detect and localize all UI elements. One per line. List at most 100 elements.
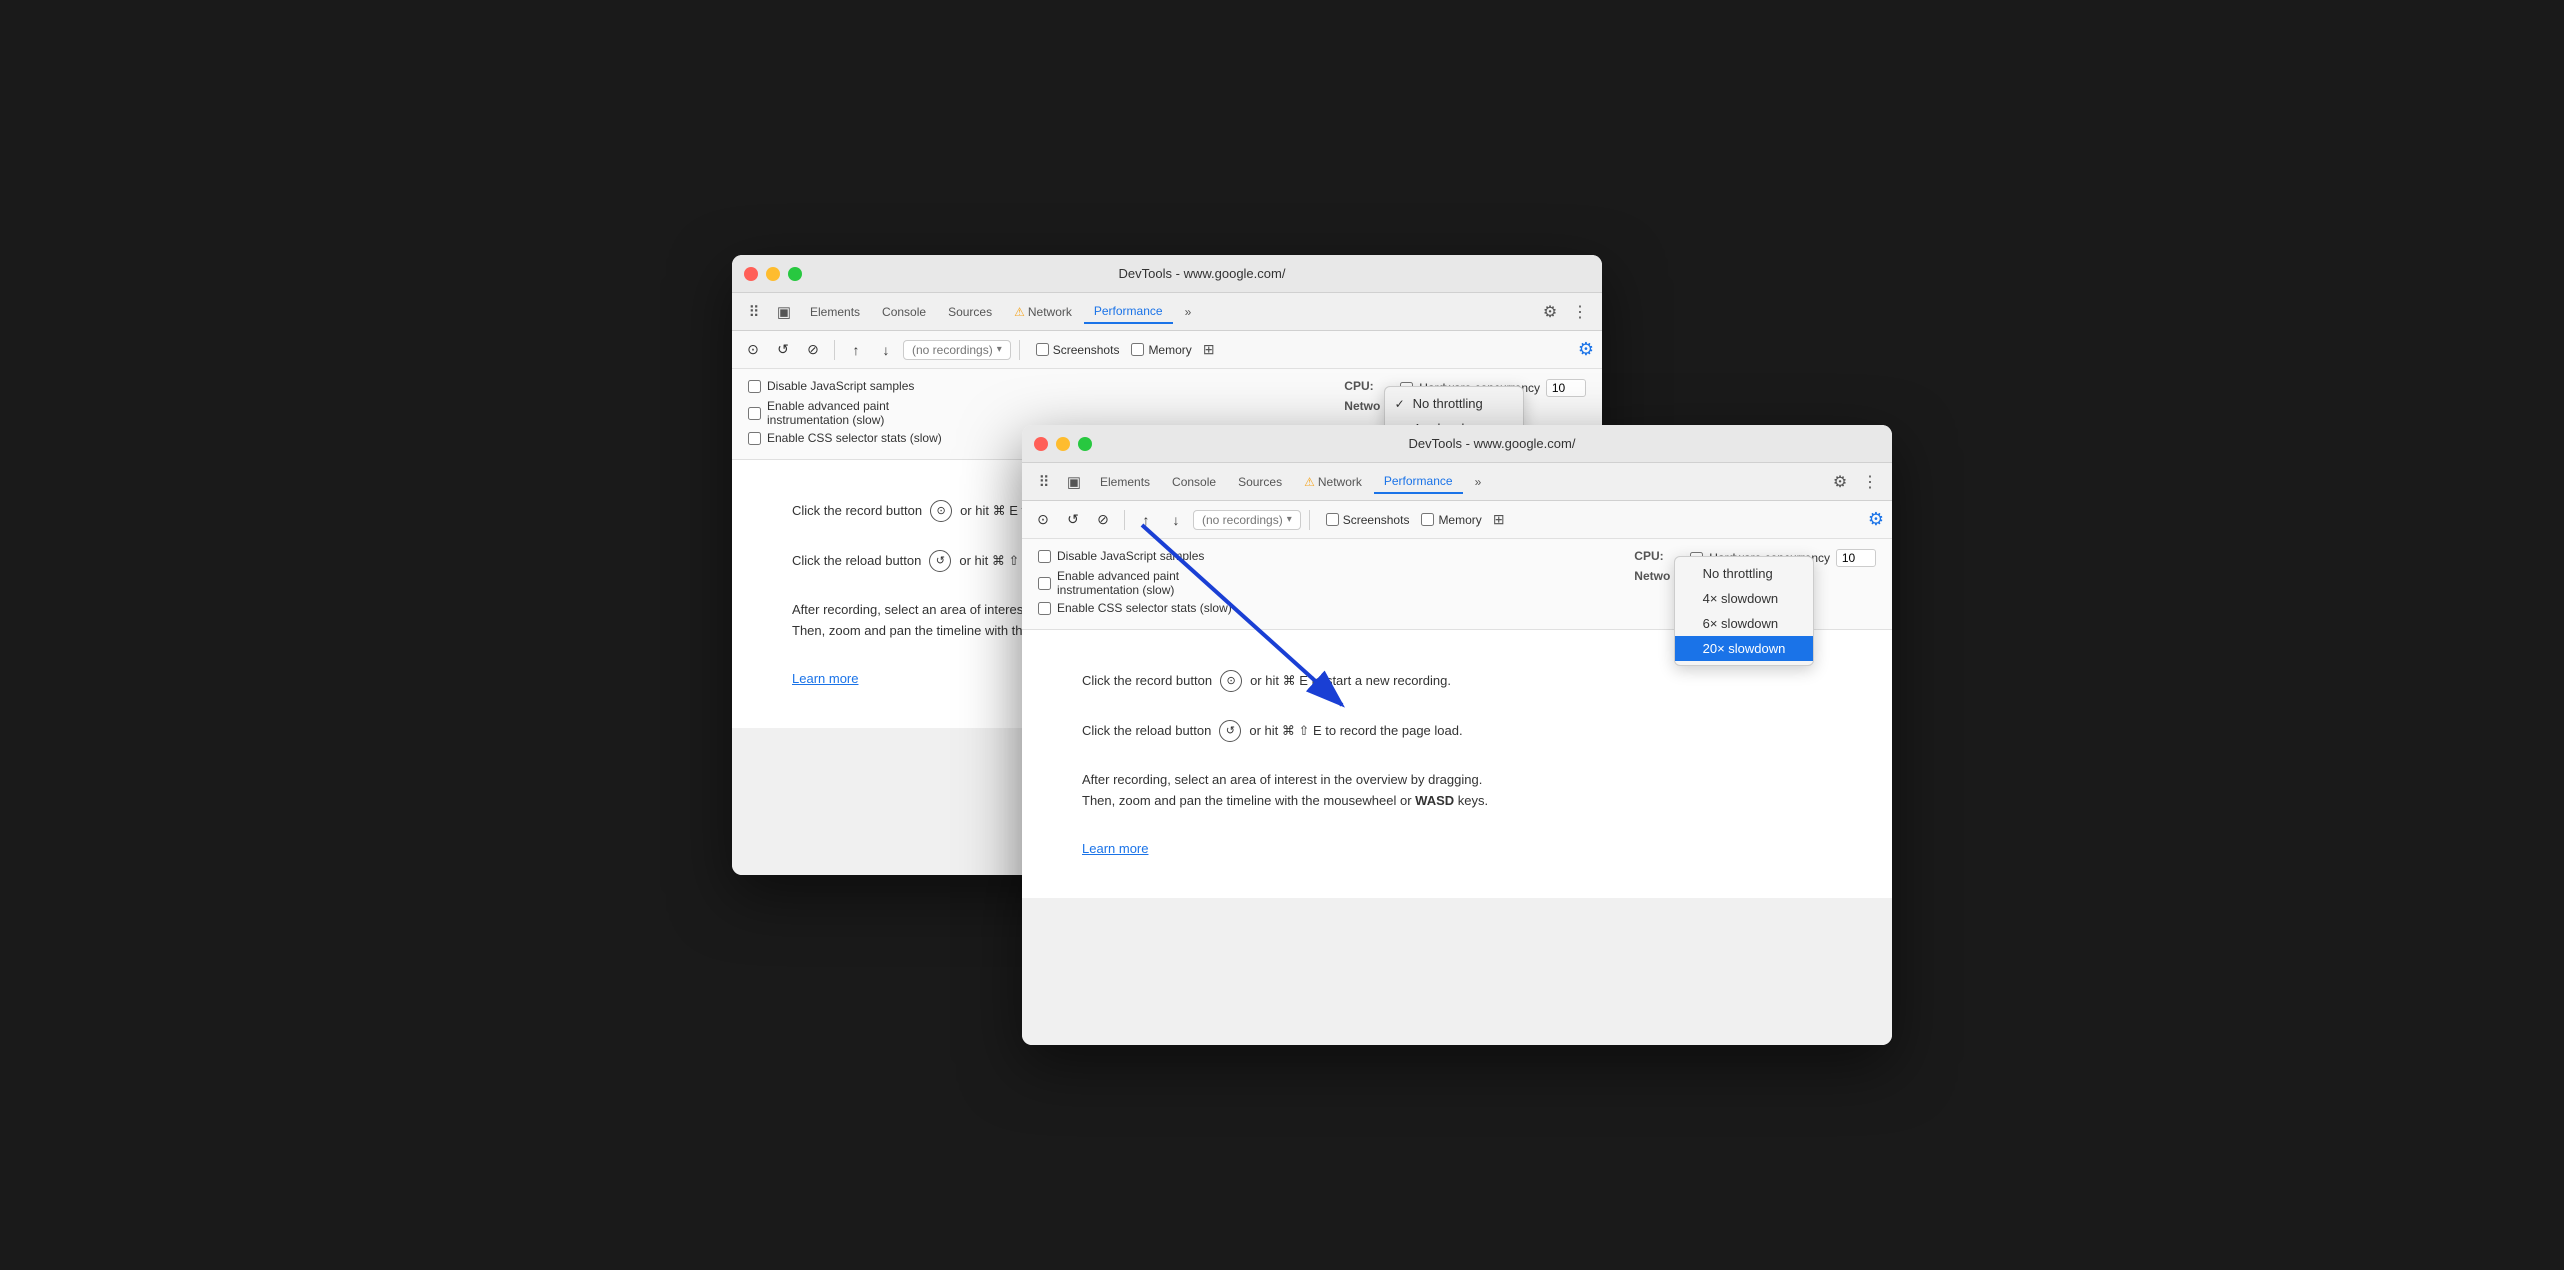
clear-btn-front[interactable]: ⊘ [1090,507,1116,533]
record-button-icon-back[interactable]: ⊙ [930,500,952,522]
network-row-front: Netwo [1634,569,1674,583]
tab-network-front[interactable]: ⚠Network [1294,471,1372,493]
screenshots-label-back: Screenshots [1053,343,1120,357]
window-title-front: DevTools - www.google.com/ [1104,436,1880,451]
reload-button-icon-front[interactable]: ↺ [1219,720,1241,742]
enable-paint-setting-back: Enable advanced paintinstrumentation (sl… [748,399,1328,427]
4x-slowdown-option-front[interactable]: 4× slowdown [1675,586,1813,611]
device-icon-back[interactable]: ▣ [770,298,798,326]
download-btn-front[interactable]: ↓ [1163,507,1189,533]
tab-more-back[interactable]: » [1175,301,1202,323]
memory-checkbox-back[interactable] [1131,343,1144,356]
tab-performance-front[interactable]: Performance [1374,470,1463,494]
inspect-icon-back[interactable]: ⠿ [740,298,768,326]
warn-icon-back: ⚠ [1014,305,1025,319]
memory-icon-back: ⊞ [1196,337,1222,363]
memory-icon-front: ⊞ [1486,507,1512,533]
6x-slowdown-option-front[interactable]: 6× slowdown [1675,611,1813,636]
memory-check-front: Memory [1421,513,1481,527]
refresh-btn-front[interactable]: ↺ [1060,507,1086,533]
upload-btn-back[interactable]: ↑ [843,337,869,363]
separator-1-back [834,340,835,360]
enable-css-label-front: Enable CSS selector stats (slow) [1057,601,1232,615]
capture-settings-back[interactable]: ⚙ [1578,339,1594,360]
settings-icon-front[interactable]: ⚙ [1826,468,1854,496]
download-btn-back[interactable]: ↓ [873,337,899,363]
main-content-front: Click the record button ⊙ or hit ⌘ E to … [1022,630,1892,898]
tab-more-front[interactable]: » [1465,471,1492,493]
close-button-front[interactable] [1034,437,1048,451]
tab-network-back[interactable]: ⚠Network [1004,301,1082,323]
network-label-back: Netwo [1344,399,1380,413]
clear-btn-back[interactable]: ⊘ [800,337,826,363]
more-icon-front[interactable]: ⋮ [1856,468,1884,496]
inspect-icon-front[interactable]: ⠿ [1030,468,1058,496]
separator-2-back [1019,340,1020,360]
settings-icon-back[interactable]: ⚙ [1536,298,1564,326]
disable-js-checkbox-back[interactable] [748,380,761,393]
memory-label-front: Memory [1438,513,1481,527]
cpu-label-front: CPU: [1634,549,1663,563]
minimize-button-front[interactable] [1056,437,1070,451]
reload-button-icon-back[interactable]: ↺ [929,550,951,572]
hw-concurrency-input-front[interactable] [1836,549,1876,567]
maximize-button-back[interactable] [788,267,802,281]
tab-performance-back[interactable]: Performance [1084,300,1173,324]
capture-settings-front[interactable]: ⚙ [1868,509,1884,530]
cpu-dropdown-menu-front[interactable]: No throttling 4× slowdown 6× slowdown 20… [1674,556,1814,666]
record-btn-back[interactable]: ⊙ [740,337,766,363]
tab-sources-back[interactable]: Sources [938,301,1002,323]
memory-checkbox-front[interactable] [1421,513,1434,526]
learn-more-link-back[interactable]: Learn more [792,671,858,686]
disable-js-setting-front: Disable JavaScript samples [1038,549,1618,563]
screenshots-checkbox-back[interactable] [1036,343,1049,356]
after-text-front: After recording, select an area of inter… [1082,770,1832,812]
record-button-icon-front[interactable]: ⊙ [1220,670,1242,692]
memory-label-back: Memory [1148,343,1191,357]
20x-slowdown-option-front[interactable]: 20× slowdown [1675,636,1813,661]
record-line-front: Click the record button ⊙ or hit ⌘ E to … [1082,670,1832,692]
enable-paint-checkbox-front[interactable] [1038,577,1051,590]
hw-concurrency-input-back[interactable] [1546,379,1586,397]
cpu-row-back: CPU: No throttling 4× slowdown 6× slowdo… [1344,379,1384,393]
more-icon-back[interactable]: ⋮ [1566,298,1594,326]
refresh-btn-back[interactable]: ↺ [770,337,796,363]
tab-console-back[interactable]: Console [872,301,936,323]
tab-elements-back[interactable]: Elements [800,301,870,323]
maximize-button-front[interactable] [1078,437,1092,451]
enable-paint-label-back: Enable advanced paintinstrumentation (sl… [767,399,889,427]
enable-css-checkbox-back[interactable] [748,432,761,445]
disable-js-label-back: Disable JavaScript samples [767,379,914,393]
enable-paint-checkbox-back[interactable] [748,407,761,420]
tab-bar-front: ⠿ ▣ Elements Console Sources ⚠Network Pe… [1022,463,1892,501]
memory-check-back: Memory [1131,343,1191,357]
no-throttling-option-front[interactable]: No throttling [1675,561,1813,586]
reload-text-front: Click the reload button [1082,721,1211,741]
tab-elements-front[interactable]: Elements [1090,471,1160,493]
tab-sources-front[interactable]: Sources [1228,471,1292,493]
recordings-dropdown-back[interactable]: (no recordings) ▾ [903,340,1011,360]
settings-left-back: Disable JavaScript samples Enable advanc… [748,379,1328,427]
settings-right-back: CPU: No throttling 4× slowdown 6× slowdo… [1344,379,1384,413]
enable-css-setting-front: Enable CSS selector stats (slow) [1038,601,1232,615]
close-button-back[interactable] [744,267,758,281]
no-throttling-option-back[interactable]: No throttling [1385,391,1523,416]
disable-js-label-front: Disable JavaScript samples [1057,549,1204,563]
screenshots-checkbox-front[interactable] [1326,513,1339,526]
record-text-back: Click the record button [792,501,922,521]
dropdown-arrow-back: ▾ [997,344,1002,355]
window-title-back: DevTools - www.google.com/ [814,266,1590,281]
device-icon-front[interactable]: ▣ [1060,468,1088,496]
cpu-row-front: CPU: No throttling 4× slowdown 6× slowdo… [1634,549,1674,563]
minimize-button-back[interactable] [766,267,780,281]
enable-css-checkbox-front[interactable] [1038,602,1051,615]
record-suffix-front: or hit ⌘ E to start a new recording. [1250,671,1451,691]
learn-more-link-front[interactable]: Learn more [1082,841,1148,856]
disable-js-checkbox-front[interactable] [1038,550,1051,563]
record-btn-front[interactable]: ⊙ [1030,507,1056,533]
upload-btn-front[interactable]: ↑ [1133,507,1159,533]
tab-console-front[interactable]: Console [1162,471,1226,493]
traffic-lights-back [744,267,802,281]
reload-line-front: Click the reload button ↺ or hit ⌘ ⇧ E t… [1082,720,1832,742]
recordings-dropdown-front[interactable]: (no recordings) ▾ [1193,510,1301,530]
